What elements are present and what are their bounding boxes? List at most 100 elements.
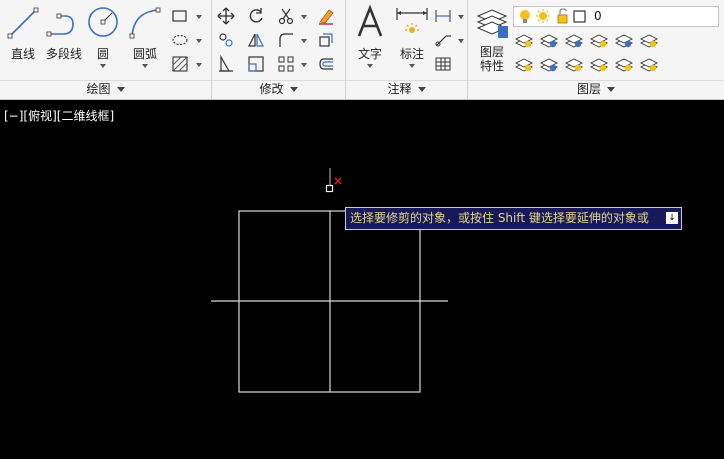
mirror-button[interactable]	[245, 30, 267, 50]
layer-lock-button[interactable]	[588, 30, 610, 50]
hatch-dropdown-icon[interactable]	[196, 63, 202, 67]
polyline-icon	[46, 13, 74, 37]
polyline-label: 多段线	[45, 47, 82, 61]
circle-dropdown-icon[interactable]	[100, 64, 106, 68]
unlock-icon	[557, 8, 568, 24]
copy-icon	[219, 33, 233, 47]
linear-dim-button[interactable]	[432, 6, 454, 26]
text-button[interactable]: 文字	[354, 4, 386, 68]
layer-properties-label-2: 特性	[479, 59, 504, 73]
hatch-button[interactable]	[169, 30, 191, 50]
layer-thaw-button[interactable]	[563, 54, 585, 74]
drawing-canvas[interactable]	[0, 100, 724, 459]
rotate-button[interactable]	[245, 6, 267, 26]
text-icon	[357, 4, 383, 37]
layer-isolate-button[interactable]	[513, 30, 535, 50]
layer-off-button[interactable]	[613, 30, 635, 50]
ribbon: 直线 多段线 圆 圆弧 绘图 修改 文字 标注 注释 图层 特性 0 图层	[0, 0, 724, 100]
modify-panel-title[interactable]: 修改	[212, 80, 345, 98]
trim-button[interactable]	[275, 6, 297, 26]
layer-current-button[interactable]	[513, 54, 535, 74]
text-label: 文字	[357, 47, 382, 61]
trim-dropdown-icon[interactable]	[301, 15, 307, 19]
layer-unlock-button[interactable]	[588, 54, 610, 74]
circle-button[interactable]: 圆	[86, 4, 120, 68]
arc-dropdown-icon[interactable]	[142, 64, 148, 68]
line-icon	[7, 7, 39, 39]
scale-button[interactable]	[245, 54, 267, 74]
draw-panel: 直线 多段线 圆 圆弧 绘图	[0, 0, 212, 100]
tooltip-text: 选择要修剪的对象，或按住 Shift 键选择要延伸的对象或	[350, 211, 649, 225]
array-button[interactable]	[275, 54, 297, 74]
table-button[interactable]	[432, 54, 454, 74]
pickbox-icon	[325, 184, 334, 193]
layers-panel-title[interactable]: 图层	[468, 80, 724, 98]
layer-unlock-icon	[589, 58, 609, 72]
table-icon	[435, 57, 451, 71]
rotate-icon	[249, 8, 263, 23]
text-dropdown-icon[interactable]	[367, 64, 373, 68]
layer-on-button[interactable]	[613, 54, 635, 74]
arc-label: 圆弧	[132, 47, 157, 61]
hatch-icon	[172, 56, 188, 72]
dimension-button[interactable]: 标注	[394, 4, 430, 68]
hatch-pattern-button[interactable]	[169, 54, 191, 74]
rectangle-button[interactable]	[169, 6, 191, 26]
down-arrow-icon[interactable]: ↓	[666, 212, 678, 224]
dimension-dropdown-icon[interactable]	[409, 64, 415, 68]
annotate-panel-title[interactable]: 注释	[346, 80, 467, 98]
erase-button[interactable]	[315, 6, 337, 26]
mirror-icon	[248, 33, 264, 47]
layer-copy-button[interactable]	[538, 54, 560, 74]
annotate-panel-title-text: 注释	[387, 82, 412, 96]
explode-button[interactable]	[315, 30, 337, 50]
layer-merge-button[interactable]	[638, 54, 660, 74]
crosshair-cursor	[325, 168, 342, 193]
layer-match-icon	[539, 34, 559, 48]
leader-icon	[435, 35, 451, 47]
layer-dropdown[interactable]: 0	[513, 6, 719, 27]
stretch-icon	[219, 55, 233, 72]
leader-dropdown-icon[interactable]	[458, 39, 464, 43]
linear-dim-dropdown-icon[interactable]	[458, 15, 464, 19]
chevron-down-icon	[607, 87, 615, 92]
dimension-icon	[396, 8, 428, 33]
copy-button[interactable]	[215, 30, 237, 50]
layer-freeze-icon	[564, 34, 584, 48]
fillet-button[interactable]	[275, 30, 297, 50]
layer-walk-button[interactable]	[638, 30, 660, 50]
layer-freeze-button[interactable]	[563, 30, 585, 50]
line-button[interactable]: 直线	[6, 4, 40, 62]
ellipse-dropdown-icon[interactable]	[196, 39, 202, 43]
polyline-button[interactable]: 多段线	[43, 4, 85, 62]
layer-lock-icon	[589, 34, 609, 48]
layers-panel-title-text: 图层	[576, 82, 601, 96]
draw-panel-title[interactable]: 绘图	[0, 80, 211, 98]
scissors-icon	[278, 8, 294, 25]
array-icon	[278, 56, 294, 72]
array-dropdown-icon[interactable]	[301, 63, 307, 67]
arc-button[interactable]: 圆弧	[128, 4, 162, 68]
layer-walk-icon	[639, 34, 659, 48]
layer-off-icon	[614, 34, 634, 48]
fillet-dropdown-icon[interactable]	[301, 39, 307, 43]
leader-button[interactable]	[432, 30, 454, 50]
circle-label: 圆	[96, 47, 109, 61]
rectangle-dropdown-icon[interactable]	[196, 15, 202, 19]
stretch-button[interactable]	[215, 54, 237, 74]
chevron-down-icon	[116, 87, 125, 92]
ellipse-icon	[172, 34, 188, 46]
rectangle-icon	[172, 10, 187, 22]
layer-properties-button[interactable]: 图层 特性	[474, 4, 510, 73]
sun-icon	[536, 9, 550, 23]
move-button[interactable]	[215, 6, 237, 26]
modify-panel: 修改	[212, 0, 346, 100]
layer-match-button[interactable]	[538, 30, 560, 50]
trim-x-icon	[334, 177, 342, 185]
command-tooltip: 选择要修剪的对象，或按住 Shift 键选择要延伸的对象或 ↓	[345, 207, 682, 230]
layer-current-icon	[514, 58, 534, 72]
modify-panel-title-text: 修改	[259, 82, 284, 96]
annotate-panel: 文字 标注 注释	[346, 0, 468, 100]
offset-button[interactable]	[315, 54, 337, 74]
layers-panel: 图层 特性 0 图层	[468, 0, 724, 100]
